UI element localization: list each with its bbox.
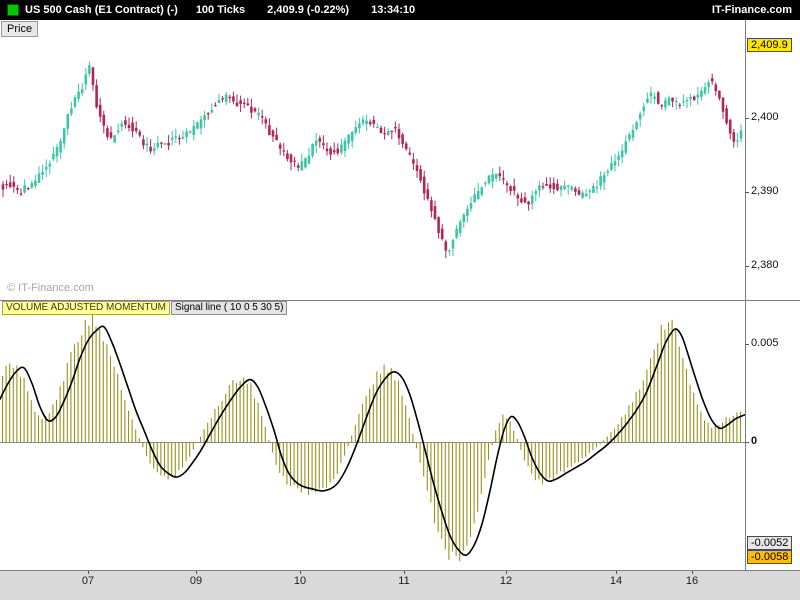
axis-tick [745,344,749,345]
time-axis-tick [692,571,693,574]
price-axis-label: 2,390 [751,185,779,198]
time-axis-tick [616,571,617,574]
time-axis-label: 16 [685,575,699,587]
time-axis[interactable]: 07 09 10 11 12 14 16 [0,570,800,600]
time-axis-label: 10 [293,575,307,587]
indicator-labels: VOLUME ADJUSTED MOMENTUM Signal line ( 1… [2,301,288,315]
indicator-label-momentum[interactable]: VOLUME ADJUSTED MOMENTUM [2,301,171,315]
momentum-value-badge: -0.0058 [747,550,793,565]
time-axis-label: 14 [609,575,623,587]
axis-tick [745,118,749,119]
axis-tick [745,192,749,193]
time-axis-label: 07 [81,575,95,587]
axis-tick [745,442,749,443]
last-price-badge: 2,409.9 [747,38,792,52]
time-axis-label: 11 [398,575,410,587]
time-axis-tick [196,571,197,574]
momentum-axis-label: 0 [751,435,758,448]
price-axis-label: 2,380 [751,259,779,271]
chart-watermark: © IT-Finance.com [7,282,94,294]
momentum-axis-label: 0.005 [751,337,779,350]
chart-window: US 500 Cash (E1 Contract) (-) 100 Ticks … [0,0,800,600]
time-axis-tick [404,571,405,574]
indicator-label-signal[interactable]: Signal line ( 10 0 5 30 5) [171,301,288,315]
time-axis-label: 09 [189,575,203,587]
time-axis-tick [506,571,507,574]
axis-tick [745,266,749,267]
tab-price[interactable]: Price [1,21,39,37]
time-axis-tick [300,571,301,574]
time-axis-label: 12 [499,575,513,587]
price-axis[interactable]: 2,400 2,390 2,380 0.005 0 2,409.9 -0.0052 -0.00… [745,0,800,570]
price-axis-label: 2,400 [751,111,779,124]
chart-canvas[interactable] [0,0,800,600]
time-axis-tick [88,571,89,574]
momentum-value-badge: -0.0052 [747,536,793,551]
